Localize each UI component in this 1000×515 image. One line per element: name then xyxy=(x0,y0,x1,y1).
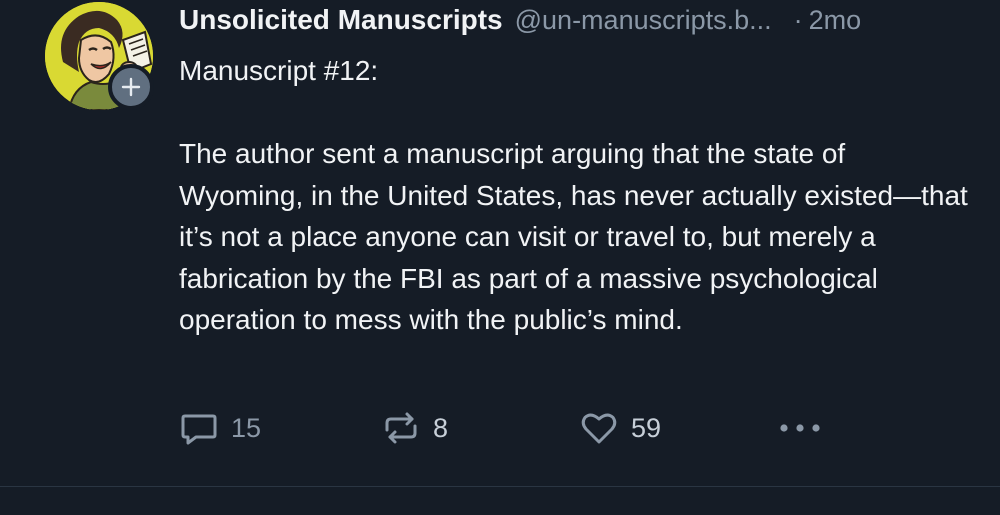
plus-icon xyxy=(121,77,141,97)
reply-count: 15 xyxy=(231,412,262,443)
post-content: Unsolicited Manuscripts @un-manuscripts.… xyxy=(179,0,970,341)
author-avatar-container[interactable] xyxy=(45,2,155,110)
post-text: Manuscript #12: The author sent a manusc… xyxy=(179,55,968,335)
like-button[interactable]: 59 xyxy=(579,406,661,450)
more-options-icon xyxy=(780,424,820,432)
post-card[interactable]: Unsolicited Manuscripts @un-manuscripts.… xyxy=(0,0,1000,487)
post-header: Unsolicited Manuscripts @un-manuscripts.… xyxy=(179,0,970,40)
follow-button[interactable] xyxy=(108,64,154,110)
repost-icon xyxy=(385,412,417,444)
like-count: 59 xyxy=(631,412,662,443)
reply-button[interactable]: 15 xyxy=(179,406,261,450)
heart-icon xyxy=(581,413,617,444)
header-separator: · xyxy=(793,5,803,35)
reply-icon xyxy=(181,414,217,445)
repost-count: 8 xyxy=(433,412,449,443)
post-timestamp[interactable]: 2mo xyxy=(809,5,862,36)
more-options-button[interactable] xyxy=(777,406,823,450)
author-display-name[interactable]: Unsolicited Manuscripts xyxy=(179,4,503,36)
repost-button[interactable]: 8 xyxy=(381,406,448,450)
author-handle[interactable]: @un-manuscripts.b... xyxy=(515,5,772,36)
post-divider xyxy=(0,486,1000,487)
